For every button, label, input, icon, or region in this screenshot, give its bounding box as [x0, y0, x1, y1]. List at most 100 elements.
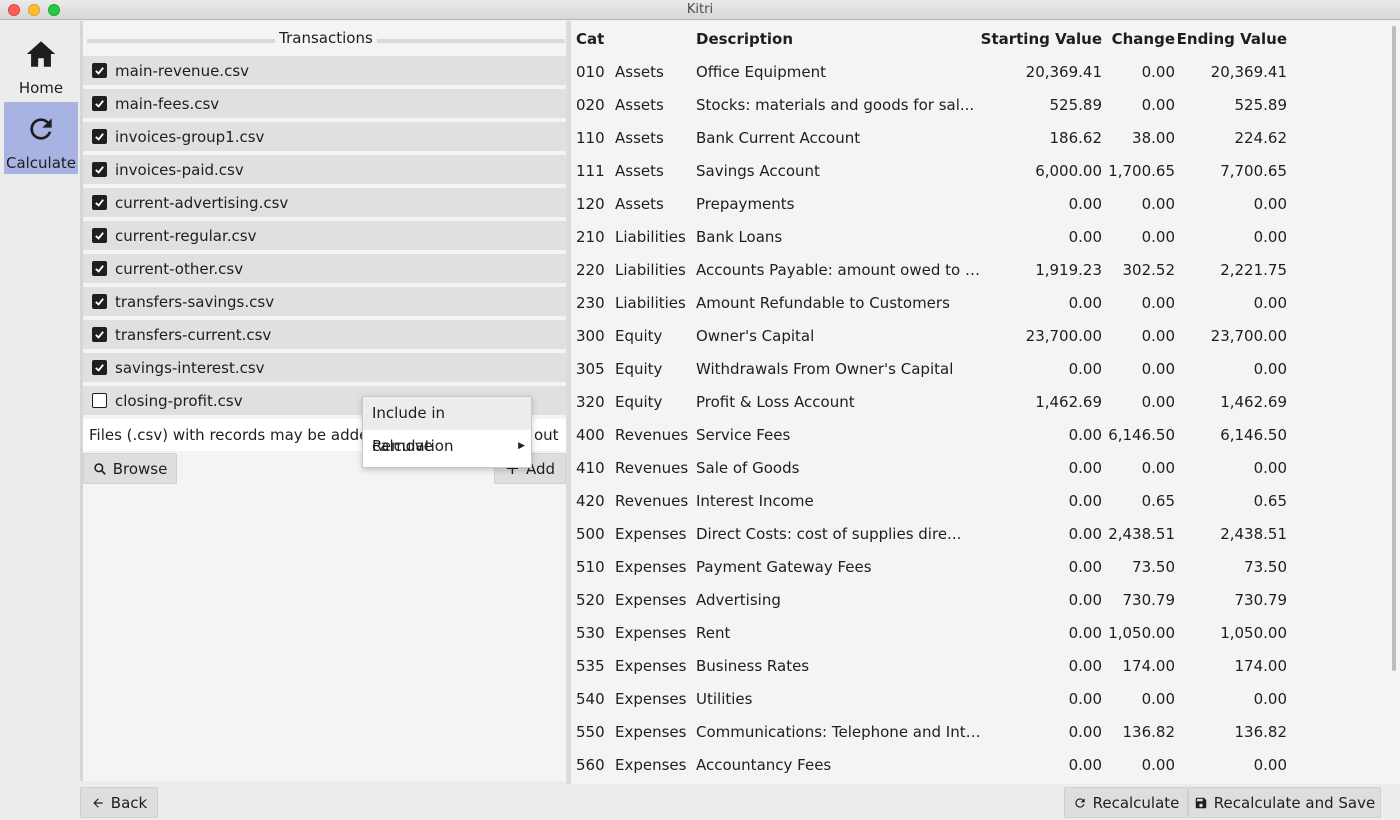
cell-cat: 300 — [576, 327, 605, 345]
cell-type: Expenses — [615, 558, 687, 576]
file-row[interactable]: savings-interest.csv — [83, 353, 566, 384]
checkmark-icon — [95, 265, 104, 273]
cell-cat: 520 — [576, 591, 605, 609]
checkbox-checked[interactable] — [92, 294, 107, 309]
table-row[interactable]: 410 Revenues Sale of Goods 0.00 0.00 0.00 — [571, 452, 1391, 485]
table-row[interactable]: 320 Equity Profit & Loss Account 1,462.69 0.… — [571, 386, 1391, 419]
col-header-description[interactable]: Description — [696, 23, 986, 56]
cell-change: 73.50 — [1132, 558, 1175, 576]
cell-type: Equity — [615, 393, 663, 411]
window-close-button[interactable] — [8, 4, 20, 16]
cell-ending-value: 174.00 — [1234, 657, 1288, 675]
file-row[interactable]: transfers-savings.csv — [83, 287, 566, 318]
cell-cat: 410 — [576, 459, 605, 477]
cell-cat: 020 — [576, 96, 605, 114]
file-row[interactable]: invoices-group1.csv — [83, 122, 566, 153]
cell-starting-value: 0.00 — [1068, 723, 1102, 741]
cell-type: Expenses — [615, 723, 687, 741]
recalculate-and-save-button[interactable]: Recalculate and Save — [1188, 787, 1381, 818]
file-row[interactable]: main-revenue.csv — [83, 56, 566, 87]
menu-item-include[interactable]: Include in calculation — [363, 397, 531, 455]
cell-description: Payment Gateway Fees — [696, 558, 872, 576]
browse-button[interactable]: Browse — [83, 453, 177, 484]
cell-type: Assets — [615, 162, 664, 180]
cell-starting-value: 1,919.23 — [1035, 261, 1102, 279]
recalculate-button[interactable]: Recalculate — [1064, 787, 1188, 818]
table-row[interactable]: 010 Assets Office Equipment 20,369.41 0.00 20… — [571, 56, 1391, 89]
cell-starting-value: 0.00 — [1068, 492, 1102, 510]
checkbox-checked[interactable] — [92, 162, 107, 177]
table-row[interactable]: 020 Assets Stocks: materials and goods for… — [571, 89, 1391, 122]
cell-description: Bank Loans — [696, 228, 783, 246]
checkbox-checked[interactable] — [92, 63, 107, 78]
cell-change: 730.79 — [1122, 591, 1176, 609]
table-row[interactable]: 510 Expenses Payment Gateway Fees 0.00 73.50… — [571, 551, 1391, 584]
table-row[interactable]: 420 Revenues Interest Income 0.00 0.65 0.65 — [571, 485, 1391, 518]
table-row[interactable]: 500 Expenses Direct Costs: cost of supplie… — [571, 518, 1391, 551]
cell-description: Stocks: materials and goods for sal... — [696, 96, 975, 114]
menu-item-remove[interactable]: Remove ▶ — [363, 430, 531, 463]
cell-starting-value: 0.00 — [1068, 459, 1102, 477]
checkbox-checked[interactable] — [92, 228, 107, 243]
cell-type: Expenses — [615, 591, 687, 609]
table-row[interactable]: 230 Liabilities Amount Refundable to Custo… — [571, 287, 1391, 320]
cell-change: 0.00 — [1141, 63, 1175, 81]
checkbox-checked[interactable] — [92, 195, 107, 210]
checkbox-checked[interactable] — [92, 327, 107, 342]
window-maximize-button[interactable] — [48, 4, 60, 16]
table-row[interactable]: 520 Expenses Advertising 0.00 730.79 730.79 — [571, 584, 1391, 617]
file-row[interactable]: current-other.csv — [83, 254, 566, 285]
table-row[interactable]: 560 Expenses Accountancy Fees 0.00 0.00 0.00 — [571, 749, 1391, 782]
col-header-starting-value[interactable]: Starting Value — [981, 23, 1102, 56]
nav-calculate-button[interactable]: Calculate — [4, 102, 78, 174]
file-name: invoices-paid.csv — [115, 160, 244, 179]
table-row[interactable]: 540 Expenses Utilities 0.00 0.00 0.00 — [571, 683, 1391, 716]
file-row[interactable]: transfers-current.csv — [83, 320, 566, 351]
cell-description: Accountancy Fees — [696, 756, 832, 774]
cell-starting-value: 0.00 — [1068, 624, 1102, 642]
table-row[interactable]: 300 Equity Owner's Capital 23,700.00 0.00 23,… — [571, 320, 1391, 353]
cell-ending-value: 0.00 — [1253, 459, 1287, 477]
checkbox-checked[interactable] — [92, 129, 107, 144]
table-row[interactable]: 110 Assets Bank Current Account 186.62 38.00… — [571, 122, 1391, 155]
cell-change: 2,438.51 — [1108, 525, 1175, 543]
cell-type: Revenues — [615, 426, 689, 444]
cell-description: Withdrawals From Owner's Capital — [696, 360, 954, 378]
file-row[interactable]: current-advertising.csv — [83, 188, 566, 219]
table-row[interactable]: 535 Expenses Business Rates 0.00 174.00 174.0… — [571, 650, 1391, 683]
window-minimize-button[interactable] — [28, 4, 40, 16]
back-button[interactable]: Back — [80, 787, 158, 818]
table-row[interactable]: 400 Revenues Service Fees 0.00 6,146.50 6,146… — [571, 419, 1391, 452]
table-row[interactable]: 111 Assets Savings Account 6,000.00 1,700.65… — [571, 155, 1391, 188]
file-row[interactable]: invoices-paid.csv — [83, 155, 566, 186]
cell-starting-value: 20,369.41 — [1025, 63, 1102, 81]
table-row[interactable]: 220 Liabilities Accounts Payable: amount o… — [571, 254, 1391, 287]
col-header-ending-value[interactable]: Ending Value — [1177, 23, 1287, 56]
cell-description: Direct Costs: cost of supplies dire... — [696, 525, 962, 543]
table-row[interactable]: 305 Equity Withdrawals From Owner's Capita… — [571, 353, 1391, 386]
file-row[interactable]: main-fees.csv — [83, 89, 566, 120]
cell-ending-value: 7,700.65 — [1220, 162, 1287, 180]
table-row[interactable]: 210 Liabilities Bank Loans 0.00 0.00 0.00 — [571, 221, 1391, 254]
cell-ending-value: 73.50 — [1244, 558, 1287, 576]
table-row[interactable]: 530 Expenses Rent 0.00 1,050.00 1,050.00 — [571, 617, 1391, 650]
cell-description: Utilities — [696, 690, 753, 708]
checkbox-checked[interactable] — [92, 261, 107, 276]
cell-starting-value: 0.00 — [1068, 756, 1102, 774]
cell-cat: 110 — [576, 129, 605, 147]
col-header-cat[interactable]: Cat — [576, 23, 604, 56]
table-row[interactable]: 120 Assets Prepayments 0.00 0.00 0.00 — [571, 188, 1391, 221]
cell-cat: 530 — [576, 624, 605, 642]
table-row[interactable]: 550 Expenses Communications: Telephone and… — [571, 716, 1391, 749]
col-header-change[interactable]: Change — [1112, 23, 1175, 56]
checkbox-checked[interactable] — [92, 360, 107, 375]
cell-cat: 560 — [576, 756, 605, 774]
file-row[interactable]: current-regular.csv — [83, 221, 566, 252]
cell-cat: 500 — [576, 525, 605, 543]
nav-home-button[interactable]: Home — [4, 27, 78, 99]
table-scrollbar[interactable] — [1392, 26, 1396, 671]
submenu-arrow-icon: ▶ — [518, 441, 525, 451]
cell-starting-value: 23,700.00 — [1025, 327, 1102, 345]
checkbox-checked[interactable] — [92, 96, 107, 111]
checkbox-unchecked[interactable] — [92, 393, 107, 408]
